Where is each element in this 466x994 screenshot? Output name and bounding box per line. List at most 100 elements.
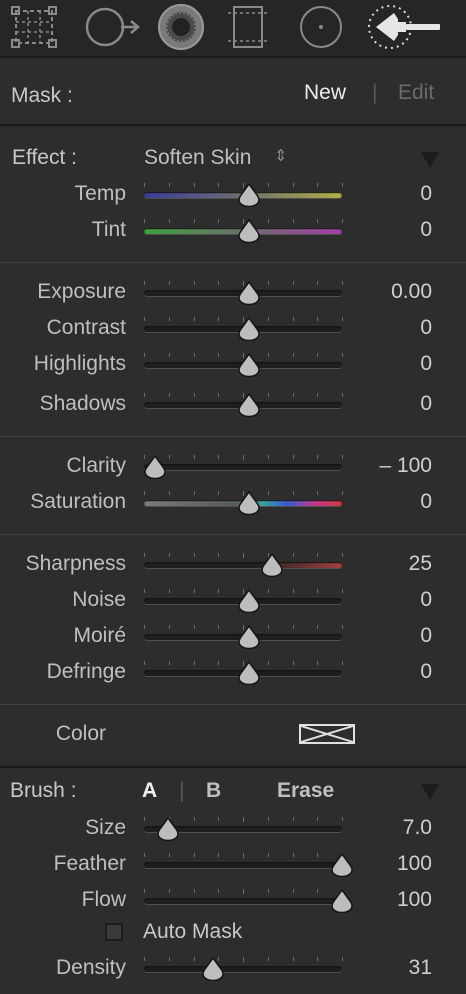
temp-label: Temp	[74, 182, 126, 205]
defringe-slider-thumb[interactable]	[238, 660, 260, 686]
effect-label: Effect :	[12, 146, 77, 169]
flow-label: Flow	[81, 888, 126, 911]
mask-label: Mask :	[11, 84, 73, 107]
mask-divider: |	[372, 81, 378, 104]
graduated-filter-icon[interactable]	[226, 0, 270, 54]
size-value[interactable]: 7.0	[403, 816, 432, 840]
contrast-slider-thumb[interactable]	[238, 316, 260, 342]
shadows-slider-thumb[interactable]	[238, 392, 260, 418]
brush-row: Brush : A | B Erase	[0, 770, 466, 810]
no-color-icon	[301, 726, 353, 742]
color-label: Color	[55, 722, 106, 745]
moire-value[interactable]: 0	[420, 624, 432, 648]
sharpness-value[interactable]: 25	[409, 552, 432, 576]
density-ticks	[144, 957, 343, 962]
auto-mask-label: Auto Mask	[143, 920, 243, 943]
shadows-label: Shadows	[39, 392, 126, 415]
exposure-value[interactable]: 0.00	[391, 280, 432, 304]
highlights-slider-thumb[interactable]	[238, 352, 260, 378]
exposure-slider-row: Exposure 0.00	[0, 277, 466, 309]
saturation-slider-thumb[interactable]	[238, 490, 260, 516]
mask-new-button[interactable]: New	[304, 81, 346, 105]
highlights-label: Highlights	[33, 352, 126, 375]
size-slider-thumb[interactable]	[157, 816, 179, 842]
feather-slider-track[interactable]	[144, 862, 342, 868]
flow-slider-thumb[interactable]	[331, 888, 353, 914]
collapse-brush-icon[interactable]	[421, 784, 439, 800]
moire-slider-thumb[interactable]	[238, 624, 260, 650]
noise-value[interactable]: 0	[420, 588, 432, 612]
auto-mask-checkbox[interactable]	[105, 923, 123, 941]
brush-erase-tab[interactable]: Erase	[277, 779, 334, 803]
sharpness-slider-thumb[interactable]	[261, 552, 283, 578]
contrast-value[interactable]: 0	[420, 316, 432, 340]
divider	[0, 262, 466, 263]
flow-slider-track[interactable]	[144, 898, 342, 904]
mask-edit-button[interactable]: Edit	[398, 81, 434, 105]
feather-label: Feather	[53, 852, 126, 875]
divider	[0, 704, 466, 705]
spot-removal-icon[interactable]	[82, 0, 142, 54]
feather-value[interactable]: 100	[397, 852, 432, 876]
sharpness-slider-row: Sharpness 25	[0, 549, 466, 581]
preset-stepper-icon[interactable]: ⇕	[274, 146, 287, 166]
noise-slider-thumb[interactable]	[238, 588, 260, 614]
feather-slider-row: Feather 100	[0, 849, 466, 881]
tint-value[interactable]: 0	[420, 218, 432, 242]
red-eye-icon[interactable]	[152, 0, 210, 54]
density-slider-track[interactable]	[144, 966, 342, 972]
defringe-value[interactable]: 0	[420, 660, 432, 684]
mask-row: Mask : New | Edit	[0, 60, 466, 124]
tint-slider-thumb[interactable]	[238, 218, 260, 244]
brush-a-tab[interactable]: A	[142, 779, 157, 803]
sharpness-slider-track[interactable]	[144, 562, 342, 568]
shadows-slider-row: Shadows 0	[0, 389, 466, 421]
tint-slider-row: Tint 0	[0, 215, 466, 247]
radial-filter-icon[interactable]	[294, 0, 348, 54]
contrast-label: Contrast	[46, 316, 126, 339]
tint-label: Tint	[91, 218, 126, 241]
size-label: Size	[85, 816, 126, 839]
sharpness-label: Sharpness	[25, 552, 126, 575]
color-swatch[interactable]	[299, 724, 355, 744]
clarity-ticks	[144, 455, 343, 460]
saturation-value[interactable]: 0	[420, 490, 432, 514]
flow-ticks	[144, 889, 343, 894]
shadows-value[interactable]: 0	[420, 392, 432, 416]
density-value[interactable]: 31	[409, 956, 432, 980]
brush-b-tab[interactable]: B	[206, 779, 221, 803]
divider	[0, 436, 466, 437]
divider	[0, 124, 466, 126]
temp-slider-row: Temp 0	[0, 179, 466, 211]
feather-slider-thumb[interactable]	[331, 852, 353, 878]
clarity-slider-track[interactable]	[144, 464, 342, 470]
effect-row: Effect : Soften Skin ⇕	[0, 140, 466, 176]
clarity-value[interactable]: – 100	[379, 454, 432, 478]
clarity-slider-row: Clarity – 100	[0, 451, 466, 483]
feather-ticks	[144, 853, 343, 858]
sharpness-ticks	[144, 553, 343, 558]
moire-slider-row: Moiré 0	[0, 621, 466, 653]
flow-value[interactable]: 100	[397, 888, 432, 912]
highlights-slider-row: Highlights 0	[0, 349, 466, 381]
highlights-value[interactable]: 0	[420, 352, 432, 376]
exposure-label: Exposure	[37, 280, 126, 303]
moire-label: Moiré	[73, 624, 126, 647]
effect-preset-select[interactable]: Soften Skin	[144, 146, 251, 170]
clarity-slider-thumb[interactable]	[144, 454, 166, 480]
contrast-slider-row: Contrast 0	[0, 313, 466, 345]
exposure-slider-thumb[interactable]	[238, 280, 260, 306]
adjustment-brush-icon[interactable]	[362, 0, 446, 54]
brush-label: Brush :	[10, 779, 77, 802]
noise-slider-row: Noise 0	[0, 585, 466, 617]
clarity-label: Clarity	[66, 454, 126, 477]
density-slider-thumb[interactable]	[202, 956, 224, 982]
noise-label: Noise	[72, 588, 126, 611]
collapse-effect-icon[interactable]	[421, 152, 439, 168]
crop-overlay-icon[interactable]	[6, 0, 62, 54]
auto-mask-row: Auto Mask	[0, 918, 466, 948]
defringe-label: Defringe	[46, 660, 126, 683]
divider	[0, 534, 466, 535]
temp-slider-thumb[interactable]	[238, 182, 260, 208]
temp-value[interactable]: 0	[420, 182, 432, 206]
